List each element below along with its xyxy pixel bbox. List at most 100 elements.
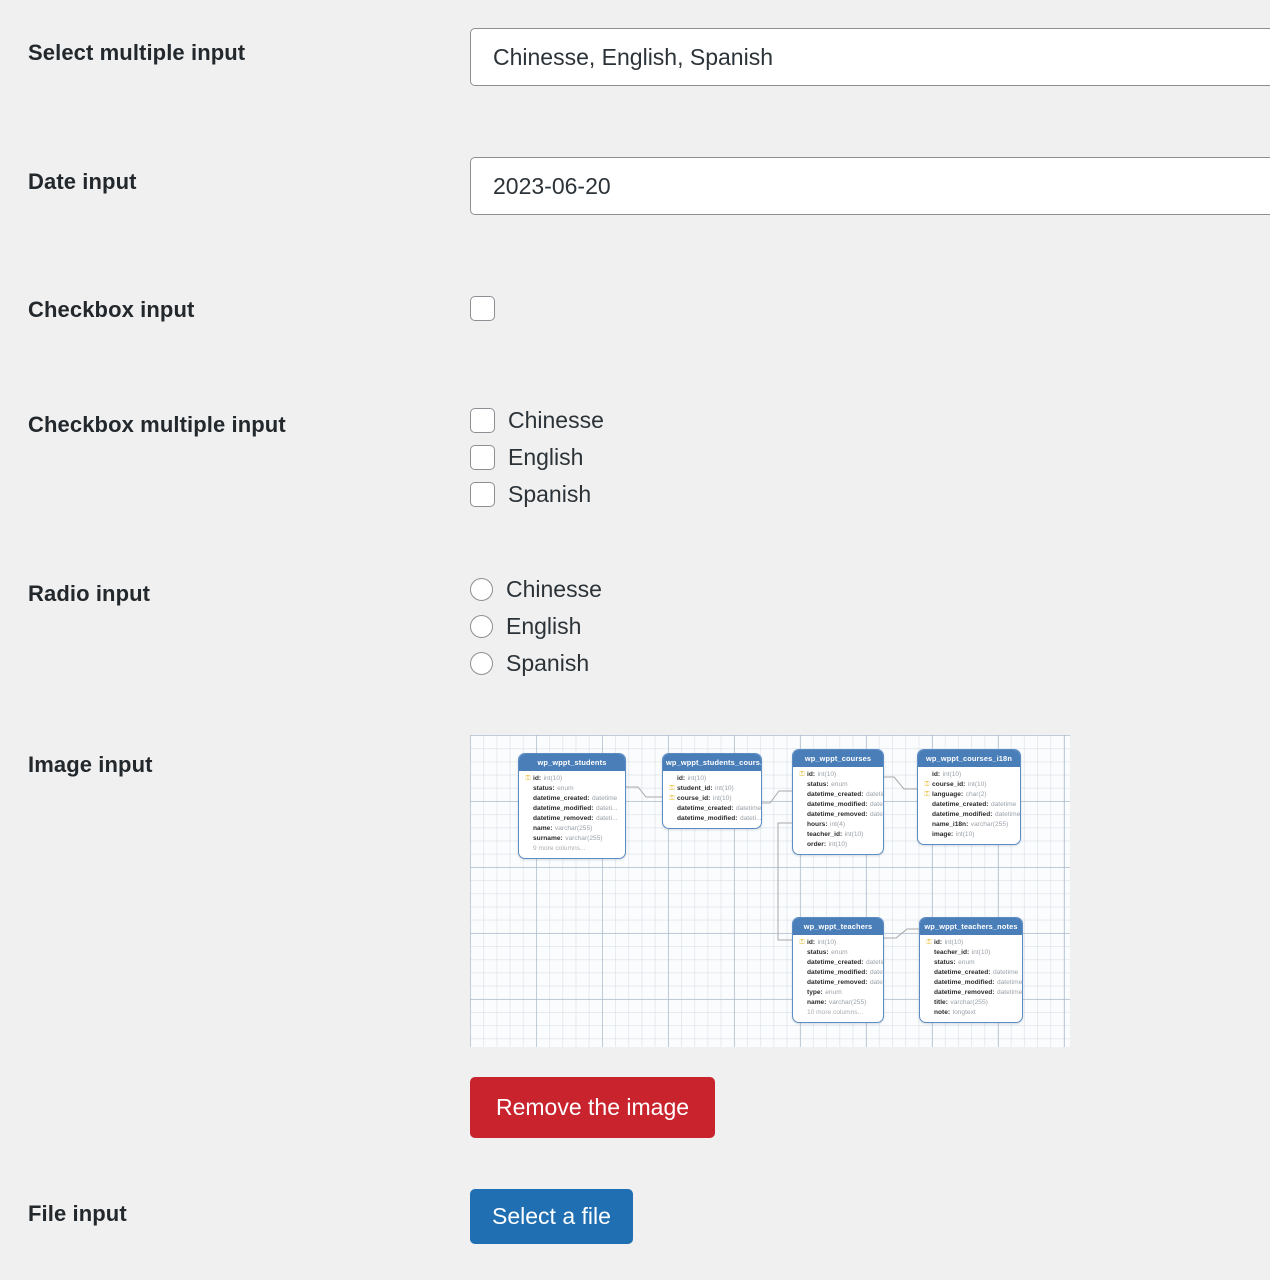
er-column-type: int(10) (712, 795, 732, 802)
er-column-type: varchar(255) (950, 999, 988, 1006)
key-icon-placeholder: ⚿ (798, 790, 806, 800)
er-column: ⚿ language: char(2) (921, 790, 1017, 800)
checkbox-icon[interactable] (470, 445, 495, 470)
label-image-input: Image input (28, 752, 153, 777)
radio-option-chinesse[interactable]: Chinesse (470, 571, 602, 608)
er-column-name: id: (677, 775, 686, 782)
er-column-name: teacher_id: (807, 831, 843, 838)
date-input[interactable]: 2023-06-20 (470, 157, 1270, 215)
er-column-type: int(10) (971, 949, 991, 956)
label-select-multiple-input: Select multiple input (28, 40, 246, 65)
er-column-type: dateti... (595, 815, 618, 822)
checkbox-input[interactable] (470, 296, 495, 321)
key-icon-placeholder: ⚿ (524, 814, 532, 824)
checkbox-option-chinesse[interactable]: Chinesse (470, 402, 604, 439)
key-icon-placeholder: ⚿ (925, 998, 933, 1008)
er-column-type: datetime (735, 805, 762, 812)
er-column-type: datetime (865, 791, 883, 798)
er-column-name: datetime_created: (807, 959, 864, 966)
er-column-name: id: (932, 771, 941, 778)
select-a-file-button[interactable]: Select a file (470, 1189, 633, 1244)
er-diagram-image[interactable]: wp_wppt_students⚿id:int(10)⚿status:enum⚿… (470, 735, 1070, 1047)
er-column: ⚿teacher_id:int(10) (796, 830, 880, 840)
er-column-name: id: (807, 771, 816, 778)
er-column: ⚿datetime_removed:dateti... (796, 978, 883, 988)
er-table-columns: ⚿id:int(10)⚿course_id:int(10)⚿language:c… (918, 767, 1020, 844)
er-column-type: varchar(255) (828, 999, 867, 1006)
label-checkbox-input: Checkbox input (28, 297, 195, 322)
checkbox-icon[interactable] (470, 408, 495, 433)
er-column-name: datetime_modified: (807, 801, 868, 808)
radio-icon[interactable] (470, 652, 493, 675)
er-column: ⚿ student_id: int(10) (666, 784, 758, 794)
key-icon: ⚿ (669, 795, 675, 802)
checkbox-option-english[interactable]: English (470, 439, 604, 476)
radio-option-label: English (506, 613, 582, 639)
key-icon-placeholder: ⚿ (524, 834, 532, 844)
er-column: ⚿datetime_created:datetime (522, 794, 622, 804)
radio-option-english[interactable]: English (470, 608, 602, 645)
key-icon-placeholder: ⚿ (668, 804, 676, 814)
key-icon-placeholder: ⚿ (923, 810, 931, 820)
er-table-columns: ⚿id:int(10)⚿status:enum⚿datetime_created… (793, 935, 883, 1022)
key-icon-placeholder: ⚿ (798, 958, 806, 968)
er-column-name: title: (934, 999, 948, 1006)
er-table-title: wp_wppt_students (519, 754, 625, 771)
er-table-title: wp_wppt_students_cours... (663, 754, 761, 771)
er-column: ⚿id:int(10) (666, 774, 758, 784)
er-column-type: int(10) (944, 939, 964, 946)
key-icon: ⚿ (799, 939, 805, 946)
er-column: ⚿type:enum (796, 988, 880, 998)
er-column-type: int(10) (828, 841, 848, 848)
er-table-more-columns-label: 10 more columns... (807, 1009, 864, 1016)
er-column-type: dateti... (869, 979, 883, 986)
er-column-type: int(10) (543, 775, 563, 782)
er-column-type: dateti... (869, 969, 883, 976)
er-column-name: datetime_created: (934, 969, 991, 976)
er-column-type: dateti... (869, 801, 883, 808)
er-column-name: status: (807, 949, 829, 956)
key-icon-placeholder: ⚿ (798, 800, 806, 810)
er-column: ⚿id:int(10) (921, 770, 1017, 780)
er-column-type: int(10) (817, 939, 837, 946)
er-column-type: int(4) (830, 821, 846, 828)
checkbox-icon[interactable] (470, 482, 495, 507)
er-column-type: int(10) (817, 771, 837, 778)
er-column: ⚿name:varchar(255) (796, 998, 880, 1008)
key-icon-placeholder: ⚿ (798, 780, 806, 790)
er-column: ⚿title:varchar(255) (923, 998, 1019, 1008)
er-column-name: datetime_modified: (807, 969, 868, 976)
er-column-name: student_id: (677, 785, 713, 792)
key-icon-placeholder: ⚿ (925, 1008, 933, 1018)
remove-image-button[interactable]: Remove the image (470, 1077, 716, 1138)
er-column-type: varchar(255) (565, 835, 603, 842)
er-table-columns: ⚿id:int(10)⚿status:enum⚿datetime_created… (793, 767, 883, 854)
er-column-type: datetime (591, 795, 618, 802)
er-column: ⚿surname:varchar(255) (522, 834, 622, 844)
key-icon-placeholder: ⚿ (524, 784, 532, 794)
checkbox-option-label: Spanish (508, 481, 592, 507)
er-column-name: image: (932, 831, 954, 838)
radio-option-spanish[interactable]: Spanish (470, 645, 602, 682)
key-icon-placeholder: ⚿ (524, 844, 532, 854)
checkbox-option-spanish[interactable]: Spanish (470, 476, 604, 513)
er-column-name: hours: (807, 821, 828, 828)
er-column: ⚿datetime_modified:dateti... (796, 800, 883, 810)
er-column-name: datetime_removed: (533, 815, 594, 822)
radio-option-label: Chinesse (506, 576, 602, 602)
radio-icon[interactable] (470, 578, 493, 601)
er-table-title: wp_wppt_courses_i18n (918, 750, 1020, 767)
key-icon-placeholder: ⚿ (925, 988, 933, 998)
er-column-name: order: (807, 841, 827, 848)
er-table-more-columns: ⚿9 more columns... (522, 844, 622, 854)
key-icon: ⚿ (799, 771, 805, 778)
radio-icon[interactable] (470, 615, 493, 638)
er-table-wp_wppt_courses: wp_wppt_courses⚿id:int(10)⚿status:enum⚿d… (792, 749, 884, 855)
key-icon: ⚿ (926, 939, 932, 946)
select-multiple-input[interactable]: Chinesse, English, Spanish (470, 28, 1270, 86)
er-column: ⚿status:enum (796, 780, 880, 790)
er-column-name: name_i18n: (932, 821, 969, 828)
key-icon: ⚿ (525, 775, 531, 782)
key-icon-placeholder: ⚿ (798, 978, 806, 988)
key-icon-placeholder: ⚿ (524, 794, 532, 804)
